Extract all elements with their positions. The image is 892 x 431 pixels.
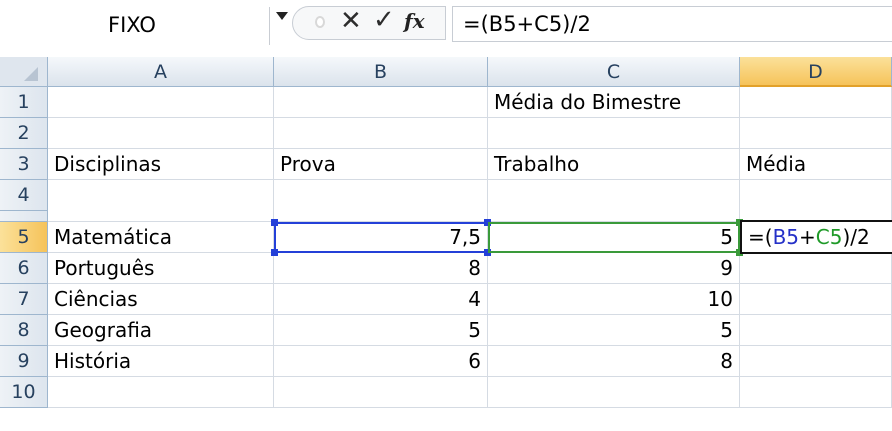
check-icon[interactable]: ✓ xyxy=(373,5,395,35)
select-all-button[interactable] xyxy=(0,57,48,87)
formula-part: )/2 xyxy=(842,225,870,249)
cell-b3[interactable]: Prova xyxy=(274,149,488,180)
row-header-3[interactable]: 3 xyxy=(0,149,48,180)
cell-c3[interactable]: Trabalho xyxy=(488,149,740,180)
name-box-dropdown-icon[interactable] xyxy=(276,12,288,20)
cell-a7[interactable]: Ciências xyxy=(48,284,274,315)
grip-icon xyxy=(312,8,328,38)
row-header-6[interactable]: 6 xyxy=(0,253,48,284)
cell-b6[interactable]: 8 xyxy=(274,253,488,284)
cell-a10[interactable] xyxy=(48,377,274,408)
cell-b7[interactable]: 4 xyxy=(274,284,488,315)
cell-c7[interactable]: 10 xyxy=(488,284,740,315)
spreadsheet-grid: A B C D 1 2 3 4 5 6 7 8 9 10 Média do Bi… xyxy=(0,57,892,431)
cell-d5-formula[interactable]: =(B5+C5)/2 xyxy=(742,222,892,253)
formula-input[interactable]: =(B5+C5)/2 xyxy=(452,6,892,42)
cell-a8[interactable]: Geografia xyxy=(48,315,274,346)
cell-a5[interactable]: Matemática xyxy=(48,222,274,253)
cell-a3[interactable]: Disciplinas xyxy=(48,149,274,180)
cell-d7[interactable] xyxy=(740,284,892,315)
column-header-b[interactable]: B xyxy=(274,57,488,87)
cell-c8[interactable]: 5 xyxy=(488,315,740,346)
cell-b4[interactable] xyxy=(274,180,488,222)
row-header-9[interactable]: 9 xyxy=(0,346,48,377)
reference-box-c5 xyxy=(488,222,740,253)
row-header-4[interactable]: 4 xyxy=(0,180,48,211)
cell-c4[interactable] xyxy=(488,180,740,222)
row-header-2[interactable]: 2 xyxy=(0,118,48,149)
cell-a9[interactable]: História xyxy=(48,346,274,377)
formula-ref-c5: C5 xyxy=(815,225,843,249)
row-header-1[interactable]: 1 xyxy=(0,87,48,118)
ref-handle[interactable] xyxy=(271,249,278,256)
column-header-c[interactable]: C xyxy=(488,57,740,87)
cell-c1[interactable]: Média do Bimestre xyxy=(488,87,740,118)
cell-a1[interactable] xyxy=(48,87,274,118)
cell-a6[interactable]: Português xyxy=(48,253,274,284)
cell-c2[interactable] xyxy=(488,118,740,149)
cell-b1[interactable] xyxy=(274,87,488,118)
name-box-value: FIXO xyxy=(108,13,156,37)
column-header-a[interactable]: A xyxy=(48,57,274,87)
ref-handle[interactable] xyxy=(271,219,278,226)
cell-d10[interactable] xyxy=(740,377,892,408)
cell-c9[interactable]: 8 xyxy=(488,346,740,377)
cell-b8[interactable]: 5 xyxy=(274,315,488,346)
row-header-8[interactable]: 8 xyxy=(0,315,48,346)
cell-d6[interactable] xyxy=(740,253,892,284)
formula-bar-gap xyxy=(0,50,892,57)
row-header-7[interactable]: 7 xyxy=(0,284,48,315)
row-header-spacer xyxy=(0,211,48,222)
fx-icon[interactable]: fx xyxy=(404,6,425,36)
cell-b2[interactable] xyxy=(274,118,488,149)
cell-d2[interactable] xyxy=(740,118,892,149)
cell-a2[interactable] xyxy=(48,118,274,149)
cell-d3[interactable]: Média xyxy=(740,149,892,180)
formula-plus: + xyxy=(799,225,816,249)
name-box[interactable]: FIXO xyxy=(0,7,270,45)
cell-a4[interactable] xyxy=(48,180,274,222)
reference-box-b5 xyxy=(274,222,490,253)
cancel-icon[interactable]: ✕ xyxy=(340,6,362,36)
row-header-5[interactable]: 5 xyxy=(0,222,48,253)
cell-b10[interactable] xyxy=(274,377,488,408)
cell-c10[interactable] xyxy=(488,377,740,408)
cell-c6[interactable]: 9 xyxy=(488,253,740,284)
cell-d9[interactable] xyxy=(740,346,892,377)
column-header-d[interactable]: D xyxy=(740,57,892,87)
cell-d1[interactable] xyxy=(740,87,892,118)
select-all-icon xyxy=(24,67,38,81)
cell-d4[interactable] xyxy=(740,180,892,222)
formula-bar: FIXO ✕ ✓ fx =(B5+C5)/2 xyxy=(0,0,892,50)
cell-b9[interactable]: 6 xyxy=(274,346,488,377)
cell-d8[interactable] xyxy=(740,315,892,346)
formula-part: =( xyxy=(748,225,773,249)
row-header-10[interactable]: 10 xyxy=(0,377,48,408)
formula-ref-b5: B5 xyxy=(772,225,800,249)
